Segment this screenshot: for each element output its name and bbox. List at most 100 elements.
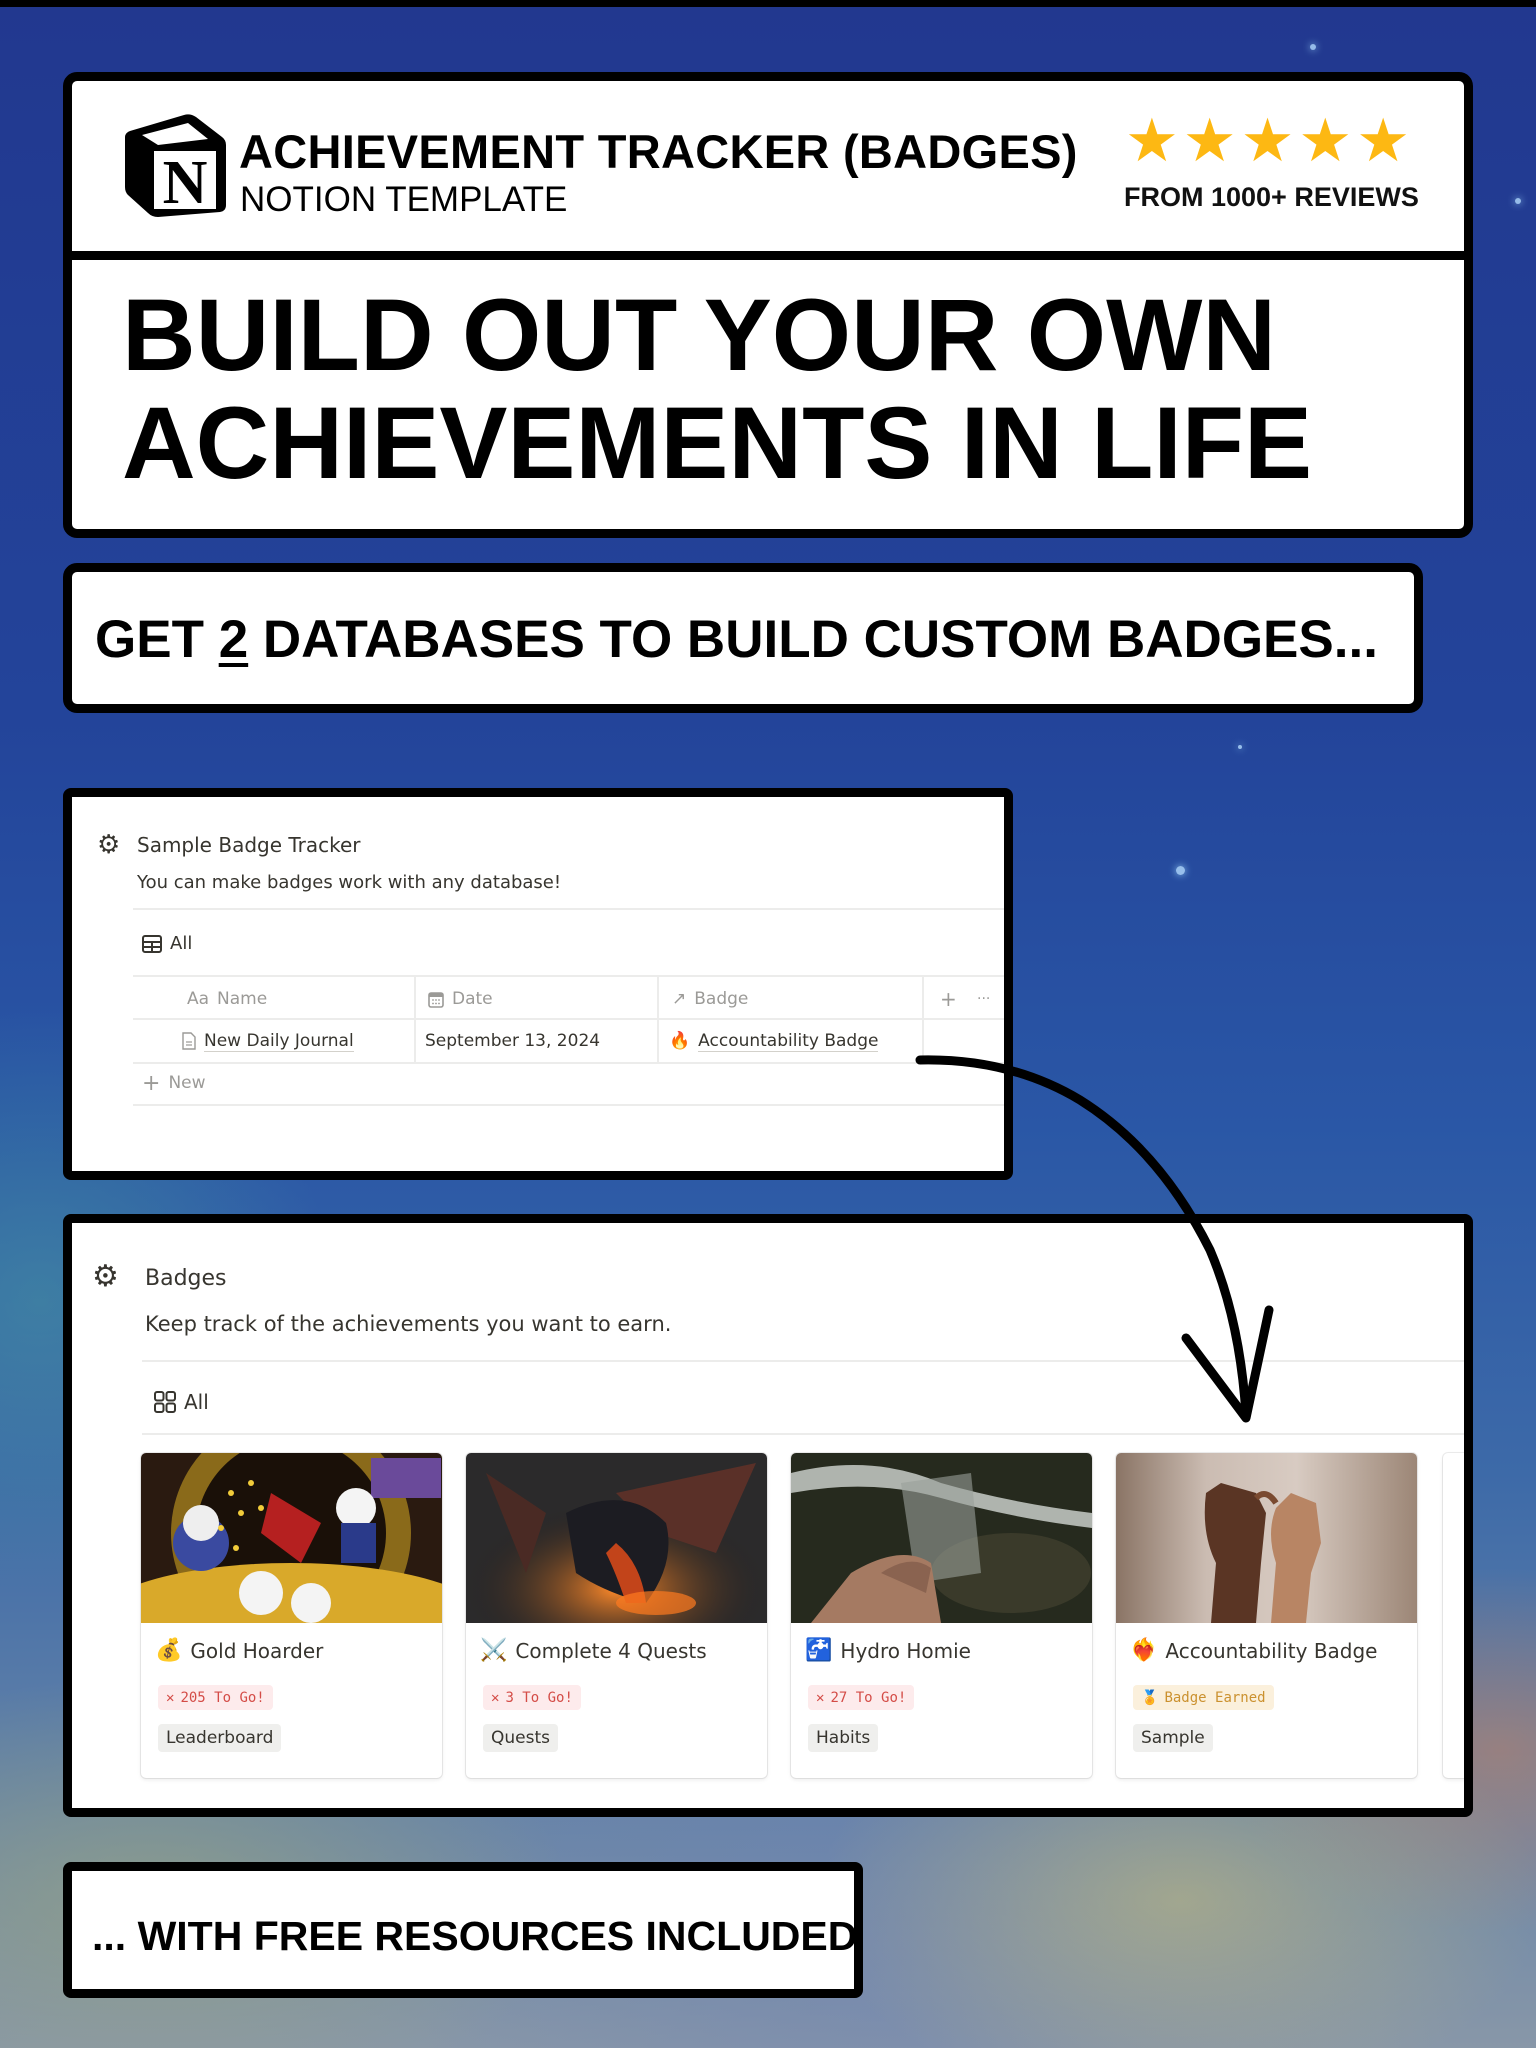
- status-badge: ✕ 3 To Go!: [483, 1685, 581, 1710]
- card-title-text: Hydro Homie: [840, 1639, 971, 1663]
- more-options-button[interactable]: ···: [977, 984, 990, 1014]
- column-label: Badge: [694, 989, 749, 1009]
- headline: BUILD OUT YOUR OWN ACHIEVEMENTS IN LIFE: [122, 281, 1312, 497]
- row-date[interactable]: September 13, 2024: [425, 1025, 600, 1057]
- star-icon: ★: [1240, 107, 1295, 174]
- database-title[interactable]: Badges: [145, 1266, 227, 1291]
- star-icon: ★: [1298, 107, 1353, 174]
- text-property-icon: Aa: [187, 989, 210, 1009]
- header-row-border: [133, 1018, 1004, 1020]
- divider: [142, 1360, 1464, 1362]
- card-title-text: Accountability Badge: [1165, 1639, 1378, 1663]
- calendar-icon: [428, 991, 444, 1008]
- subheading-text: GET 2 DATABASES TO BUILD CUSTOM BADGES..…: [95, 609, 1378, 670]
- view-tab-all[interactable]: All: [142, 933, 192, 954]
- column-header-date[interactable]: Date: [428, 984, 493, 1014]
- category-tag: Sample: [1133, 1724, 1213, 1752]
- subheading-suffix: DATABASES TO BUILD CUSTOM BADGES...: [248, 610, 1378, 669]
- product-title: ACHIEVEMENT TRACKER (BADGES): [239, 125, 1078, 178]
- table-row[interactable]: New Daily Journal: [182, 1025, 354, 1057]
- cover-image-dragon: [466, 1453, 767, 1623]
- card-title[interactable]: 💰 Gold Hoarder: [155, 1638, 324, 1664]
- category-tag: Leaderboard: [158, 1724, 282, 1752]
- column-header-name[interactable]: Aa Name: [187, 984, 267, 1014]
- table-top-border: [133, 975, 1004, 977]
- background-star: [1238, 745, 1242, 749]
- divider: [133, 908, 1004, 910]
- gear-icon[interactable]: ⚙: [97, 832, 120, 858]
- badge-link[interactable]: Accountability Badge: [698, 1031, 879, 1052]
- column-label: Date: [452, 989, 493, 1009]
- headline-line-2: ACHIEVEMENTS IN LIFE: [122, 386, 1313, 500]
- star-icon: ★: [1125, 107, 1179, 174]
- card-title[interactable]: 🚰 Hydro Homie: [805, 1638, 971, 1664]
- medal-icon: 🏅: [1141, 1689, 1159, 1706]
- column-header-badge[interactable]: ↗ Badge: [672, 984, 748, 1014]
- subheading-prefix: GET: [95, 610, 219, 669]
- relation-arrow-icon: ↗: [672, 989, 687, 1009]
- background-star: [1310, 44, 1316, 50]
- view-tab-label: All: [184, 1390, 209, 1414]
- badge-card[interactable]: 🚰 Hydro Homie ✕ 27 To Go! Habits: [791, 1453, 1092, 1778]
- x-mark-icon: ✕: [491, 1689, 500, 1706]
- star-icon: ★: [1182, 107, 1237, 174]
- footer-text: ... WITH FREE RESOURCES INCLUDED: [92, 1913, 858, 1959]
- star-icon: ★: [1356, 107, 1410, 174]
- status-text: 3 To Go!: [505, 1689, 573, 1706]
- divider: [142, 1433, 1464, 1435]
- sample-tracker-panel: ⚙ Sample Badge Tracker You can make badg…: [63, 788, 1013, 1180]
- row-name-link[interactable]: New Daily Journal: [204, 1031, 354, 1052]
- card-title[interactable]: ❤️‍🔥 Accountability Badge: [1130, 1639, 1378, 1664]
- cover-image-gold-vault: [141, 1453, 442, 1623]
- badge-card[interactable]: ❤️‍🔥 Accountability Badge 🏅 Badge Earned…: [1116, 1453, 1417, 1778]
- new-row-button[interactable]: + New: [142, 1067, 206, 1099]
- top-strip: [0, 0, 1536, 7]
- plus-icon: +: [142, 1070, 161, 1096]
- headline-line-1: BUILD OUT YOUR OWN: [122, 278, 1277, 392]
- gear-icon[interactable]: ⚙: [92, 1262, 119, 1292]
- header-divider: [72, 251, 1464, 260]
- product-subtitle: NOTION TEMPLATE: [240, 180, 568, 219]
- badges-panel: ⚙ Badges Keep track of the achievements …: [63, 1214, 1473, 1817]
- status-text: 205 To Go!: [180, 1689, 265, 1706]
- column-divider: [657, 975, 659, 1062]
- cover-image-pinky-promise: [1116, 1453, 1417, 1623]
- rating-stars: ★ ★ ★ ★ ★: [1125, 107, 1410, 174]
- badge-card-partial[interactable]: [1443, 1453, 1464, 1778]
- row-badge-relation[interactable]: 🔥 Accountability Badge: [669, 1025, 879, 1057]
- gallery-view-icon: [154, 1391, 176, 1413]
- card-title[interactable]: ⚔️ Complete 4 Quests: [480, 1638, 707, 1664]
- subheading-card: GET 2 DATABASES TO BUILD CUSTOM BADGES..…: [63, 563, 1423, 713]
- status-badge: ✕ 205 To Go!: [158, 1685, 273, 1710]
- card-title-text: Gold Hoarder: [190, 1639, 324, 1663]
- x-mark-icon: ✕: [816, 1689, 825, 1706]
- database-count: 2: [218, 610, 249, 669]
- column-divider: [922, 975, 924, 1062]
- view-tab-all[interactable]: All: [154, 1390, 209, 1414]
- page-icon: [182, 1032, 196, 1050]
- potable-water-icon: 🚰: [805, 1638, 833, 1663]
- add-property-button[interactable]: +: [940, 984, 957, 1014]
- status-text: Badge Earned: [1164, 1689, 1266, 1706]
- fire-heart-icon: 🔥: [669, 1031, 691, 1051]
- category-tag: Quests: [483, 1724, 558, 1752]
- x-mark-icon: ✕: [166, 1689, 175, 1706]
- table-view-icon: [142, 934, 162, 953]
- database-title[interactable]: Sample Badge Tracker: [137, 833, 361, 857]
- money-bag-icon: 💰: [155, 1638, 183, 1663]
- cover-image-water-glass: [791, 1453, 1092, 1623]
- reviews-count: FROM 1000+ REVIEWS: [1124, 182, 1419, 212]
- badge-card[interactable]: ⚔️ Complete 4 Quests ✕ 3 To Go! Quests: [466, 1453, 767, 1778]
- badge-card[interactable]: 💰 Gold Hoarder ✕ 205 To Go! Leaderboard: [141, 1453, 442, 1778]
- status-badge: ✕ 27 To Go!: [808, 1685, 915, 1710]
- header-card: N ACHIEVEMENT TRACKER (BADGES) NOTION TE…: [63, 72, 1473, 538]
- database-description: Keep track of the achievements you want …: [145, 1312, 672, 1336]
- status-text: 27 To Go!: [830, 1689, 907, 1706]
- svg-text:N: N: [163, 149, 208, 217]
- notion-logo-icon: N: [125, 114, 226, 217]
- crossed-swords-icon: ⚔️: [480, 1638, 508, 1663]
- view-tab-label: All: [170, 933, 193, 954]
- background-star: [1515, 198, 1521, 204]
- category-tag: Habits: [808, 1724, 879, 1752]
- column-divider: [414, 975, 416, 1062]
